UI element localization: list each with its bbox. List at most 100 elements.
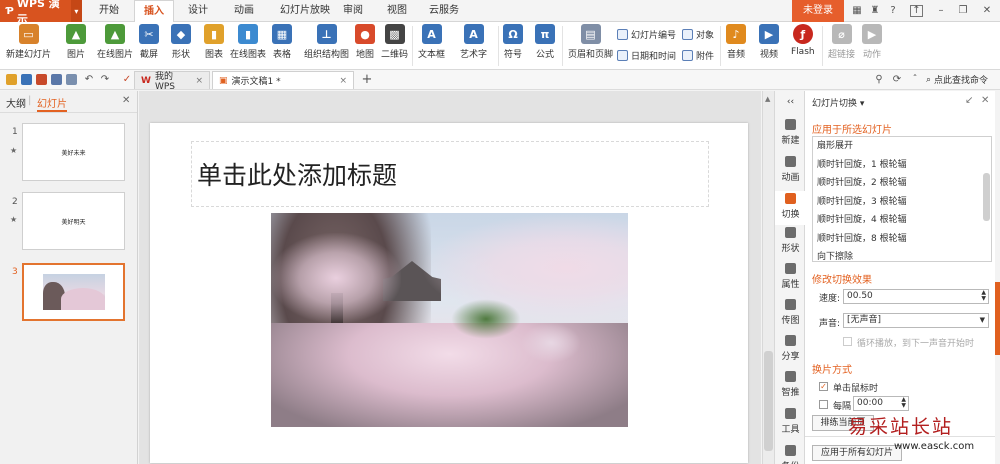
video-button[interactable]: ▶ 视频: [759, 24, 779, 60]
collapse-ribbon-icon[interactable]: ˆ: [908, 73, 922, 87]
close-icon[interactable]: ✕: [980, 4, 994, 18]
audio-button[interactable]: ♪ 音频: [726, 24, 746, 60]
close-panel-icon[interactable]: ✕: [981, 95, 989, 106]
tab-slideshow[interactable]: 幻灯片放映: [274, 0, 336, 22]
close-tab-icon[interactable]: ×: [195, 76, 203, 86]
command-search[interactable]: ⌕ 点此查找命令: [926, 73, 988, 87]
sidebar-item-transition[interactable]: 切换: [775, 191, 806, 225]
header-footer-button[interactable]: ▤ 页眉和页脚: [568, 24, 613, 60]
tab-review[interactable]: 审阅: [336, 0, 370, 22]
close-pane-icon[interactable]: ✕: [122, 95, 130, 106]
panel-header[interactable]: 幻灯片切换 ▾: [812, 96, 864, 109]
tab-view[interactable]: 视图: [380, 0, 414, 22]
tab-my-wps[interactable]: W 我的WPS ×: [134, 71, 210, 92]
customize-icon[interactable]: ✓: [120, 73, 134, 87]
on-click-checkbox[interactable]: ✓: [819, 382, 828, 391]
date-time-button[interactable]: 日期和时间: [617, 47, 676, 63]
export-pdf-icon[interactable]: [36, 74, 47, 85]
tab-design[interactable]: 设计: [178, 0, 218, 22]
tab-animation[interactable]: 动画: [224, 0, 264, 22]
sound-select[interactable]: [无声音] ▼: [843, 313, 989, 328]
tab-outline[interactable]: 大纲: [6, 95, 26, 110]
spinner-icon[interactable]: ▲ ▼: [981, 290, 986, 302]
wordart-button[interactable]: A 艺术字: [460, 24, 487, 60]
slide-thumbnail-2[interactable]: 美好明天: [22, 192, 125, 250]
table-button[interactable]: ▦ 表格: [272, 24, 292, 60]
sidebar-item-backup[interactable]: 备份: [775, 445, 806, 464]
cherry-blossom-photo[interactable]: [271, 213, 628, 427]
list-item[interactable]: 向下擦除: [813, 248, 991, 261]
title-placeholder[interactable]: 单击此处添加标题: [191, 141, 709, 207]
symbol-button[interactable]: Ω 符号: [503, 24, 523, 60]
save-icon[interactable]: [21, 74, 32, 85]
tab-presentation-1[interactable]: ▣ 演示文稿1 * ×: [212, 71, 354, 89]
add-tab-icon[interactable]: +: [360, 73, 374, 87]
chevron-down-icon[interactable]: ▾: [70, 0, 82, 22]
login-button[interactable]: 未登录: [792, 0, 844, 22]
slide-thumbnail-3[interactable]: [22, 263, 125, 321]
org-chart-button[interactable]: ⊥ 组织结构图: [304, 24, 349, 60]
current-slide[interactable]: 单击此处添加标题: [150, 123, 748, 463]
shirt-icon[interactable]: ♜: [868, 4, 882, 18]
sidebar-item-tools[interactable]: 工具: [775, 408, 806, 435]
chart-button[interactable]: ▮ 图表: [204, 24, 224, 60]
sidebar-item-shape[interactable]: 形状: [775, 227, 806, 254]
minimize-icon[interactable]: –: [934, 4, 948, 18]
flash-button[interactable]: ƒ Flash: [791, 24, 815, 57]
list-item[interactable]: 顺时针回旋，3 根轮辐: [813, 193, 991, 212]
tab-cloud-service[interactable]: 云服务: [422, 0, 466, 22]
list-item[interactable]: 顺时针回旋，1 根轮辐: [813, 156, 991, 175]
loop-checkbox[interactable]: [843, 337, 852, 346]
sidebar-item-new[interactable]: 新建: [775, 119, 806, 146]
tab-home[interactable]: 开始: [88, 0, 130, 22]
action-button[interactable]: ▶ 动作: [862, 24, 882, 60]
picture-button[interactable]: ▲ 图片: [66, 24, 86, 60]
tab-insert[interactable]: 插入: [134, 0, 174, 23]
sidebar-item-animation[interactable]: 动画: [775, 156, 806, 183]
dock-icon[interactable]: ↙: [965, 95, 973, 106]
scroll-up-icon[interactable]: ▲: [765, 95, 770, 103]
speed-input[interactable]: 00.50 ▲ ▼: [843, 289, 989, 304]
screenshot-button[interactable]: ✂ 截屏: [139, 24, 159, 60]
scrollbar-thumb[interactable]: [764, 351, 773, 451]
skin-icon[interactable]: ▦: [850, 4, 864, 18]
every-checkbox[interactable]: [819, 400, 828, 409]
online-picture-button[interactable]: ▲ 在线图片: [97, 24, 133, 60]
sidebar-expand-icon[interactable]: ‹‹: [775, 97, 806, 107]
textbox-button[interactable]: A 文本框: [418, 24, 445, 60]
help-icon[interactable]: ?: [886, 4, 900, 18]
close-tab-icon[interactable]: ×: [339, 76, 347, 86]
tab-slides[interactable]: 幻灯片: [37, 95, 67, 112]
undo-icon[interactable]: ↶: [82, 73, 96, 87]
sidebar-item-smart-push[interactable]: 智推: [775, 371, 806, 398]
online-chart-button[interactable]: ▮ 在线图表: [230, 24, 266, 60]
list-item[interactable]: 顺时针回旋，2 根轮辐: [813, 174, 991, 193]
app-menu-button[interactable]: Ƥ WPS 演示 ▾: [0, 0, 82, 26]
object-button[interactable]: 对象: [682, 26, 714, 42]
list-item[interactable]: 顺时针回旋，4 根轮辐: [813, 211, 991, 230]
transition-list[interactable]: 扇形展开 顺时针回旋，1 根轮辐 顺时针回旋，2 根轮辐 顺时针回旋，3 根轮辐…: [812, 136, 992, 262]
print-icon[interactable]: [51, 74, 62, 85]
slide-thumbnail-1[interactable]: 美好未来: [22, 123, 125, 181]
hyperlink-button[interactable]: ⌀ 超链接: [828, 24, 855, 60]
list-scrollbar-thumb[interactable]: [983, 173, 990, 221]
panel-collapse-tab[interactable]: [995, 282, 1000, 355]
list-item[interactable]: 扇形展开: [813, 137, 991, 156]
new-slide-button[interactable]: ▭ 新建幻灯片: [6, 24, 51, 60]
spinner-icon[interactable]: ▲ ▼: [901, 397, 906, 409]
sidebar-item-properties[interactable]: 属性: [775, 263, 806, 290]
shape-button[interactable]: ◆ 形状: [171, 24, 191, 60]
upload-icon[interactable]: ↑: [910, 5, 923, 17]
slide-number-button[interactable]: 幻灯片编号: [617, 26, 676, 42]
sidebar-item-upload-picture[interactable]: 传图: [775, 299, 806, 326]
map-button[interactable]: ● 地图: [355, 24, 375, 60]
sync-icon[interactable]: ⟳: [890, 73, 904, 87]
restore-icon[interactable]: ❐: [956, 4, 970, 18]
pin-icon[interactable]: ⚲: [872, 73, 886, 87]
print-preview-icon[interactable]: [66, 74, 77, 85]
every-time-input[interactable]: 00:00 ▲ ▼: [853, 396, 909, 411]
list-item[interactable]: 顺时针回旋，8 根轮辐: [813, 230, 991, 249]
redo-icon[interactable]: ↷: [98, 73, 112, 87]
attachment-button[interactable]: 附件: [682, 47, 714, 63]
vertical-scrollbar[interactable]: ▲: [762, 91, 774, 464]
